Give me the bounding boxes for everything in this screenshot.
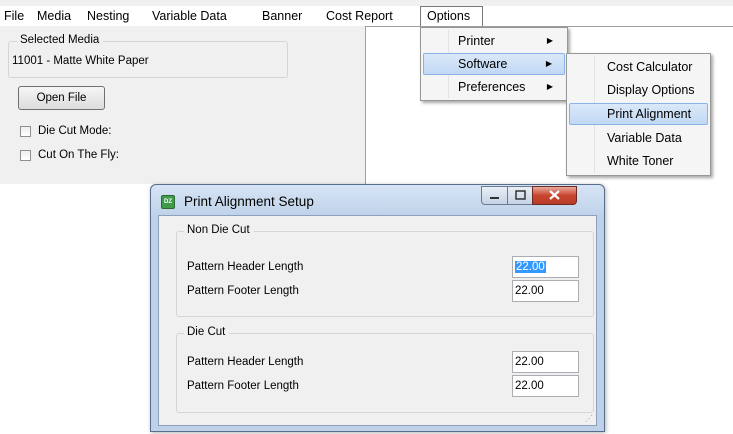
selected-media-value: 11001 - Matte White Paper — [12, 55, 149, 67]
menu-variable-data[interactable]: Variable Data — [152, 6, 227, 26]
non-die-cut-footer-value: 22.00 — [515, 285, 544, 297]
die-cut-mode-label: Die Cut Mode: — [38, 125, 112, 137]
dialog-titlebar[interactable]: DZ Print Alignment Setup — [151, 185, 604, 215]
menu-banner[interactable]: Banner — [262, 6, 302, 26]
menu-cost-report[interactable]: Cost Report — [326, 6, 393, 26]
die-cut-footer-label: Pattern Footer Length — [187, 380, 299, 392]
die-cut-header-input[interactable]: 22.00 — [512, 351, 579, 373]
cut-on-the-fly-label: Cut On The Fly: — [38, 149, 119, 161]
open-file-button[interactable]: Open File — [18, 86, 105, 110]
submenu-arrow-icon: ▶ — [546, 36, 553, 45]
menu-item-variable-data[interactable]: Variable Data — [569, 127, 708, 149]
maximize-button[interactable] — [507, 186, 533, 205]
non-die-cut-header-label: Pattern Header Length — [187, 261, 304, 273]
menu-media[interactable]: Media — [37, 6, 71, 26]
print-alignment-dialog: DZ Print Alignment Setup Non Die Cut Pat… — [150, 184, 605, 432]
menu-nesting[interactable]: Nesting — [87, 6, 129, 26]
non-die-cut-footer-label: Pattern Footer Length — [187, 285, 299, 297]
menu-item-software-label: Software — [458, 57, 508, 71]
software-submenu: Cost Calculator Display Options Print Al… — [566, 53, 711, 176]
menu-item-print-alignment[interactable]: Print Alignment — [569, 103, 708, 125]
non-die-cut-legend: Non Die Cut — [184, 224, 254, 236]
non-die-cut-header-input[interactable]: 22.00 — [512, 256, 579, 278]
die-cut-footer-value: 22.00 — [515, 380, 544, 392]
selected-media-group: Selected Media 11001 - Matte White Paper — [8, 34, 288, 78]
die-cut-mode-checkbox[interactable] — [20, 126, 31, 137]
non-die-cut-header-value: 22.00 — [515, 261, 546, 273]
minimize-button[interactable] — [481, 186, 508, 205]
menu-options[interactable]: Options — [420, 6, 483, 28]
dialog-body: Non Die Cut Pattern Header Length 22.00 … — [158, 215, 597, 426]
menu-item-display-options[interactable]: Display Options — [569, 79, 708, 101]
menu-item-preferences-label: Preferences — [458, 80, 526, 94]
die-cut-header-label: Pattern Header Length — [187, 356, 304, 368]
submenu-arrow-icon: ▶ — [545, 59, 552, 68]
die-cut-footer-input[interactable]: 22.00 — [512, 375, 579, 397]
die-cut-legend: Die Cut — [184, 326, 230, 338]
close-icon — [549, 190, 560, 200]
submenu-arrow-icon: ▶ — [546, 82, 553, 91]
menu-item-white-toner[interactable]: White Toner — [569, 150, 708, 172]
resize-grip-icon[interactable]: ⋰ — [585, 414, 593, 423]
menu-item-printer[interactable]: Printer ▶ — [423, 30, 565, 52]
die-cut-group: Die Cut Pattern Header Length 22.00 Patt… — [176, 326, 594, 413]
menu-item-preferences[interactable]: Preferences ▶ — [423, 76, 565, 98]
menu-file[interactable]: File — [4, 6, 24, 26]
die-cut-header-value: 22.00 — [515, 356, 544, 368]
close-button[interactable] — [532, 186, 577, 205]
options-dropdown: Printer ▶ Software ▶ Preferences ▶ — [420, 27, 568, 101]
maximize-icon — [515, 190, 526, 200]
selected-media-legend: Selected Media — [17, 34, 104, 46]
non-die-cut-group: Non Die Cut Pattern Header Length 22.00 … — [176, 224, 594, 317]
cut-on-the-fly-checkbox[interactable] — [20, 150, 31, 161]
app-icon: DZ — [161, 195, 175, 209]
minimize-icon — [490, 197, 499, 199]
non-die-cut-footer-input[interactable]: 22.00 — [512, 280, 579, 302]
dialog-title: Print Alignment Setup — [184, 194, 314, 209]
menu-item-cost-calculator[interactable]: Cost Calculator — [569, 56, 708, 78]
menu-item-software[interactable]: Software ▶ — [423, 53, 565, 75]
menu-item-printer-label: Printer — [458, 34, 495, 48]
menu-bar: File Media Nesting Variable Data Banner … — [0, 6, 733, 28]
